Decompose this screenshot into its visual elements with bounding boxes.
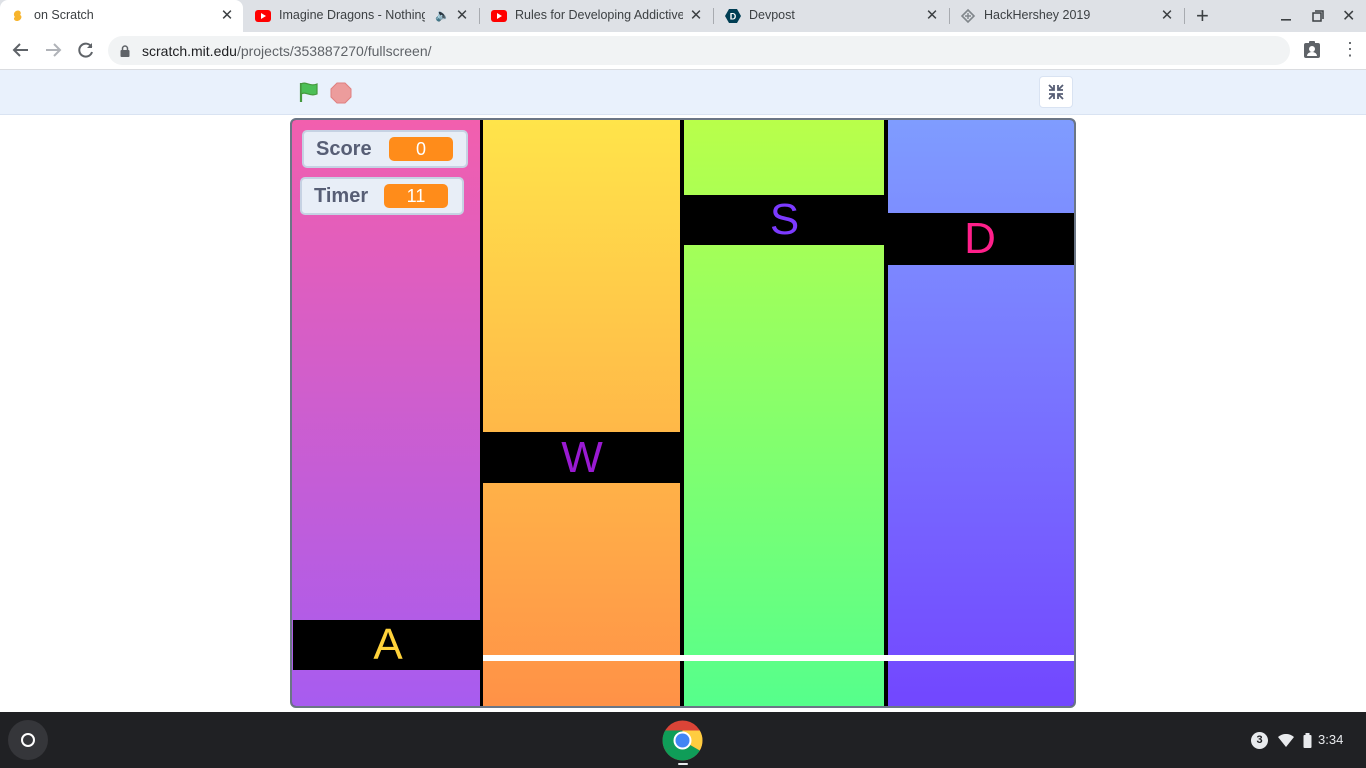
battery-icon[interactable] [1303, 733, 1312, 753]
scratch-icon [10, 8, 26, 24]
tab-title: on Scratch [34, 8, 94, 22]
hackhershey-icon [960, 8, 976, 24]
plus-icon[interactable]: + [1196, 5, 1209, 27]
tab-close-icon[interactable]: ✕ [688, 8, 704, 24]
exit-fullscreen-icon [1048, 84, 1064, 105]
key-letter-w: W [561, 432, 603, 482]
lane-d [888, 120, 1074, 706]
profile-icon[interactable] [1303, 41, 1321, 64]
key-block-d: D [886, 213, 1074, 265]
timer-monitor[interactable]: Timer 11 [300, 177, 464, 215]
tab-scratch[interactable]: on Scratch ✕ [0, 0, 243, 32]
tab-close-icon[interactable]: ✕ [924, 8, 940, 24]
key-letter-a: A [373, 620, 403, 669]
address-bar[interactable]: scratch.mit.edu/projects/353887270/fulls… [108, 36, 1290, 65]
key-block-a: A [293, 620, 483, 670]
devpost-icon: D [725, 8, 741, 24]
speaker-icon[interactable]: 🔈 [435, 8, 450, 22]
tab-title: Devpost [749, 8, 795, 22]
timer-value: 11 [384, 184, 448, 208]
score-value: 0 [389, 137, 453, 161]
tab-title: Imagine Dragons - Nothing [279, 8, 425, 22]
exit-fullscreen-button[interactable] [1039, 76, 1073, 108]
notification-badge[interactable]: 3 [1251, 732, 1268, 749]
tab-devpost[interactable]: D Devpost ✕ [715, 0, 948, 32]
taskbar: 3 3:34 [0, 712, 1366, 768]
launcher-button[interactable] [8, 720, 48, 760]
restore-icon[interactable] [1312, 9, 1324, 22]
tab-youtube-rules[interactable]: Rules for Developing Addictive M ✕ [481, 0, 712, 32]
youtube-icon [491, 8, 507, 24]
key-block-s: S [682, 195, 887, 245]
url-path: /projects/353887270/fullscreen/ [236, 43, 432, 59]
forward-icon[interactable] [44, 41, 62, 64]
wifi-icon[interactable] [1278, 733, 1294, 753]
tab-title: Rules for Developing Addictive M [515, 8, 683, 22]
tab-strip: on Scratch ✕ Imagine Dragons - Nothing 🔈… [0, 0, 1366, 32]
key-letter-s: S [769, 195, 800, 244]
youtube-icon [255, 8, 271, 24]
lock-icon[interactable] [120, 44, 130, 62]
close-window-icon[interactable]: ✕ [1342, 6, 1355, 26]
running-indicator [678, 763, 688, 765]
tab-close-icon[interactable]: ✕ [219, 8, 235, 24]
green-flag-icon[interactable] [298, 81, 320, 108]
svg-text:D: D [730, 12, 737, 22]
url-host: scratch.mit.edu [142, 43, 237, 59]
chrome-icon[interactable] [662, 720, 703, 766]
minimize-icon[interactable] [1280, 8, 1292, 21]
player-controls [0, 70, 1366, 115]
url-text: scratch.mit.edu/projects/353887270/fulls… [142, 43, 432, 59]
tab-youtube-imagine-dragons[interactable]: Imagine Dragons - Nothing 🔈 ✕ [245, 0, 478, 32]
tab-close-icon[interactable]: ✕ [1159, 8, 1175, 24]
tab-title: HackHershey 2019 [984, 8, 1091, 22]
menu-icon[interactable]: ⋮ [1341, 40, 1359, 58]
stop-icon[interactable] [330, 82, 352, 109]
browser-toolbar: scratch.mit.edu/projects/353887270/fulls… [0, 32, 1366, 70]
score-label: Score [316, 137, 372, 160]
tab-separator [1184, 8, 1185, 24]
launcher-icon [21, 733, 35, 747]
tab-close-icon[interactable]: ✕ [454, 8, 470, 24]
back-icon[interactable] [12, 41, 30, 64]
key-block-w: W [482, 432, 682, 483]
tab-hackhershey[interactable]: HackHershey 2019 ✕ [950, 0, 1183, 32]
lane-w [483, 120, 680, 706]
key-letter-d: D [964, 214, 996, 263]
reload-icon[interactable] [77, 41, 95, 64]
hit-line [482, 655, 1074, 661]
tab-separator [713, 8, 714, 24]
score-monitor[interactable]: Score 0 [302, 130, 468, 168]
clock[interactable]: 3:34 [1318, 732, 1343, 747]
timer-label: Timer [314, 184, 369, 207]
stage[interactable]: A W S D Score 0 Timer 11 [290, 118, 1076, 708]
tab-separator [479, 8, 480, 24]
